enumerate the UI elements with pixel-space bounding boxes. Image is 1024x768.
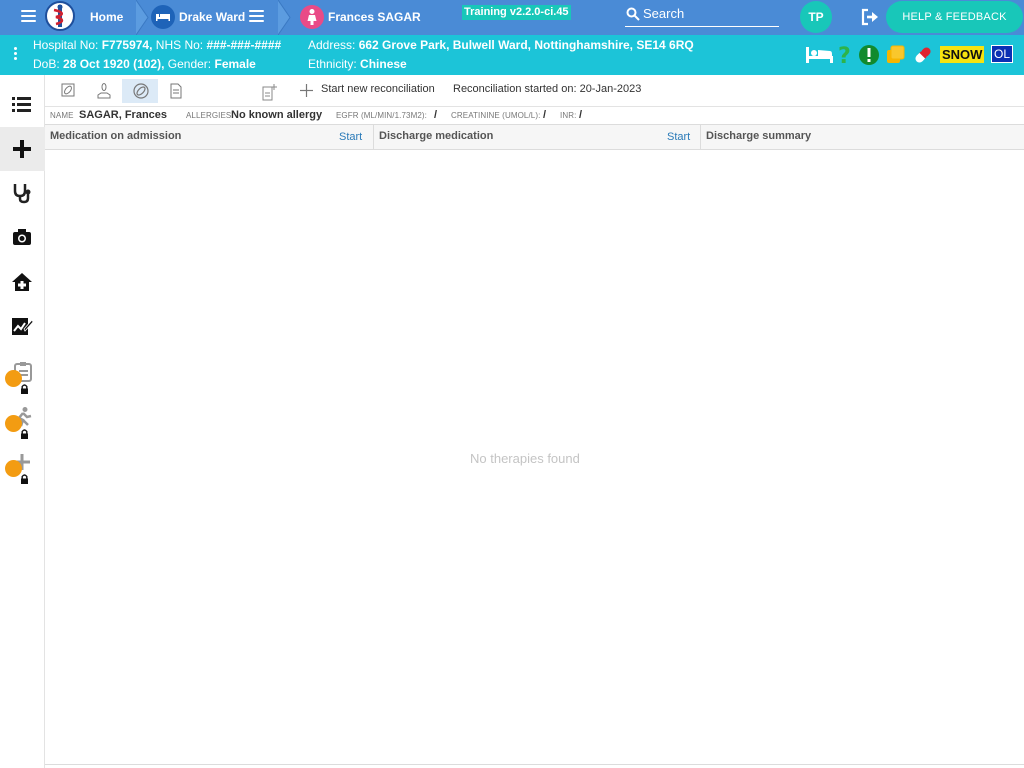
medication-on-admission-header: Medication on admission Start	[45, 124, 373, 150]
empty-state-message: No therapies found	[470, 451, 580, 466]
search-input[interactable]: Search	[625, 5, 779, 27]
sidebar-chart-edit-button[interactable]	[0, 304, 45, 348]
question-icon[interactable]: ?	[837, 43, 853, 67]
start-admission-button[interactable]: Start	[339, 131, 362, 143]
admission-icon	[61, 83, 75, 97]
nhs-no-value: ###-###-####	[206, 38, 282, 52]
sidebar-list-button[interactable]	[0, 82, 45, 126]
breadcrumb-home[interactable]: Home	[90, 0, 123, 35]
logout-icon[interactable]	[860, 8, 882, 26]
gender-value: Female	[214, 57, 256, 71]
dob-label: DoB:	[33, 57, 60, 71]
hospital-no-label: Hospital No:	[33, 38, 99, 52]
snow-badge[interactable]: SNOW	[940, 46, 985, 63]
app-logo[interactable]	[45, 1, 75, 31]
toolbar-document-button[interactable]	[158, 79, 194, 103]
list-icon	[12, 97, 31, 112]
lock-icon	[5, 460, 28, 484]
name-value: SAGAR, Frances	[79, 109, 168, 121]
home-medical-icon	[12, 273, 32, 291]
pill-icon[interactable]	[912, 43, 934, 67]
search-icon	[626, 7, 640, 21]
ethnicity-label: Ethnicity:	[308, 57, 357, 71]
allergies-label: ALLERGIES:	[186, 111, 234, 120]
sidebar-locked-activity-button[interactable]	[0, 395, 45, 439]
ethnicity-value: Chinese	[360, 57, 407, 71]
sidebar-clinical-button[interactable]	[0, 171, 45, 215]
toolbar-reconciliation-button[interactable]	[122, 79, 158, 103]
lock-icon	[5, 370, 28, 394]
sidebar-add-button[interactable]	[0, 127, 45, 171]
document-icon	[170, 83, 182, 99]
add-document-icon	[262, 84, 277, 101]
ol-badge[interactable]: OL	[991, 45, 1014, 63]
breadcrumb-separator	[136, 0, 149, 35]
notes-icon[interactable]	[885, 43, 907, 67]
breadcrumb-ward[interactable]: Drake Ward	[179, 0, 245, 35]
inr-label: INR:	[560, 111, 577, 120]
chart-edit-icon	[12, 318, 33, 335]
inr-value: /	[579, 109, 583, 121]
start-new-reconciliation-button[interactable]: Start new reconciliation	[321, 83, 435, 95]
hospital-no-value: F775974,	[101, 38, 153, 52]
patient-info-strip: NAME SAGAR, Frances ALLERGIES: No known …	[45, 107, 1024, 124]
breadcrumb-patient[interactable]: Frances SAGAR	[328, 0, 421, 35]
search-placeholder: Search	[643, 6, 685, 21]
top-navigation-bar: Home Drake Ward Frances SAGAR Training v…	[0, 0, 1024, 35]
nhs-no-label: NHS No:	[155, 38, 204, 52]
hand-pill-icon	[97, 83, 111, 99]
start-discharge-button[interactable]: Start	[667, 131, 690, 143]
egfr-label: EGFR (ML/MIN/1.73M2):	[336, 111, 428, 120]
banner-address: Address: 662 Grove Park, Bulwell Ward, N…	[308, 38, 694, 52]
svg-text:?: ?	[838, 44, 851, 67]
discharge-medication-header: Discharge medication Start	[373, 124, 700, 150]
user-avatar[interactable]: TP	[800, 1, 832, 33]
sidebar-camera-button[interactable]	[0, 215, 45, 259]
left-sidebar	[0, 75, 45, 768]
breadcrumb-separator	[278, 0, 291, 35]
address-value: 662 Grove Park, Bulwell Ward, Nottingham…	[358, 38, 694, 52]
camera-icon	[13, 229, 31, 245]
main-menu-icon[interactable]	[21, 10, 36, 22]
column-title: Medication on admission	[50, 130, 182, 142]
name-label: NAME	[50, 111, 74, 120]
allergies-value: No known allergy	[231, 109, 323, 121]
female-patient-icon	[300, 5, 324, 29]
banner-ethnicity: Ethnicity: Chinese	[308, 57, 407, 71]
discharge-summary-header: Discharge summary	[700, 124, 1024, 150]
lock-icon	[5, 415, 28, 439]
plus-icon	[13, 140, 31, 158]
dob-value: 28 Oct 1920 (102),	[63, 57, 165, 71]
column-title: Discharge summary	[706, 130, 812, 142]
sidebar-locked-add-button[interactable]	[0, 440, 45, 484]
ward-menu-icon[interactable]	[249, 10, 264, 22]
training-version-badge: Training v2.2.0-ci.45	[462, 5, 571, 20]
patient-banner: Hospital No: F775974, NHS No: ###-###-##…	[0, 35, 1024, 75]
creatinine-value: /	[543, 109, 547, 121]
egfr-value: /	[434, 109, 438, 121]
column-title: Discharge medication	[379, 130, 494, 142]
alert-icon[interactable]	[858, 43, 880, 67]
reconciliation-toolbar: Start new reconciliation Reconciliation …	[45, 75, 1024, 107]
sidebar-locked-clipboard-button[interactable]	[0, 350, 45, 394]
help-feedback-button[interactable]: HELP & FEEDBACK	[886, 1, 1023, 33]
divider	[45, 764, 1024, 765]
pill-outline-icon	[133, 83, 149, 99]
toolbar-add-document-button[interactable]	[251, 79, 287, 103]
gender-label: Gender:	[167, 57, 212, 71]
plus-icon[interactable]	[300, 84, 313, 97]
toolbar-admission-button[interactable]	[50, 79, 86, 103]
creatinine-label: CREATININE (UMOL/L):	[451, 111, 541, 120]
address-label: Address:	[308, 38, 356, 52]
stethoscope-icon	[13, 184, 31, 204]
sidebar-discharge-home-button[interactable]	[0, 260, 45, 304]
toolbar-handover-button[interactable]	[86, 79, 122, 103]
reconciliation-started-text: Reconciliation started on: 20-Jan-2023	[453, 83, 642, 95]
banner-more-icon[interactable]	[14, 47, 18, 62]
bed-status-icon[interactable]	[804, 43, 834, 67]
banner-demographics: DoB: 28 Oct 1920 (102), Gender: Female	[33, 57, 256, 71]
banner-identifiers: Hospital No: F775974, NHS No: ###-###-##…	[33, 38, 281, 52]
bed-icon	[151, 5, 175, 29]
